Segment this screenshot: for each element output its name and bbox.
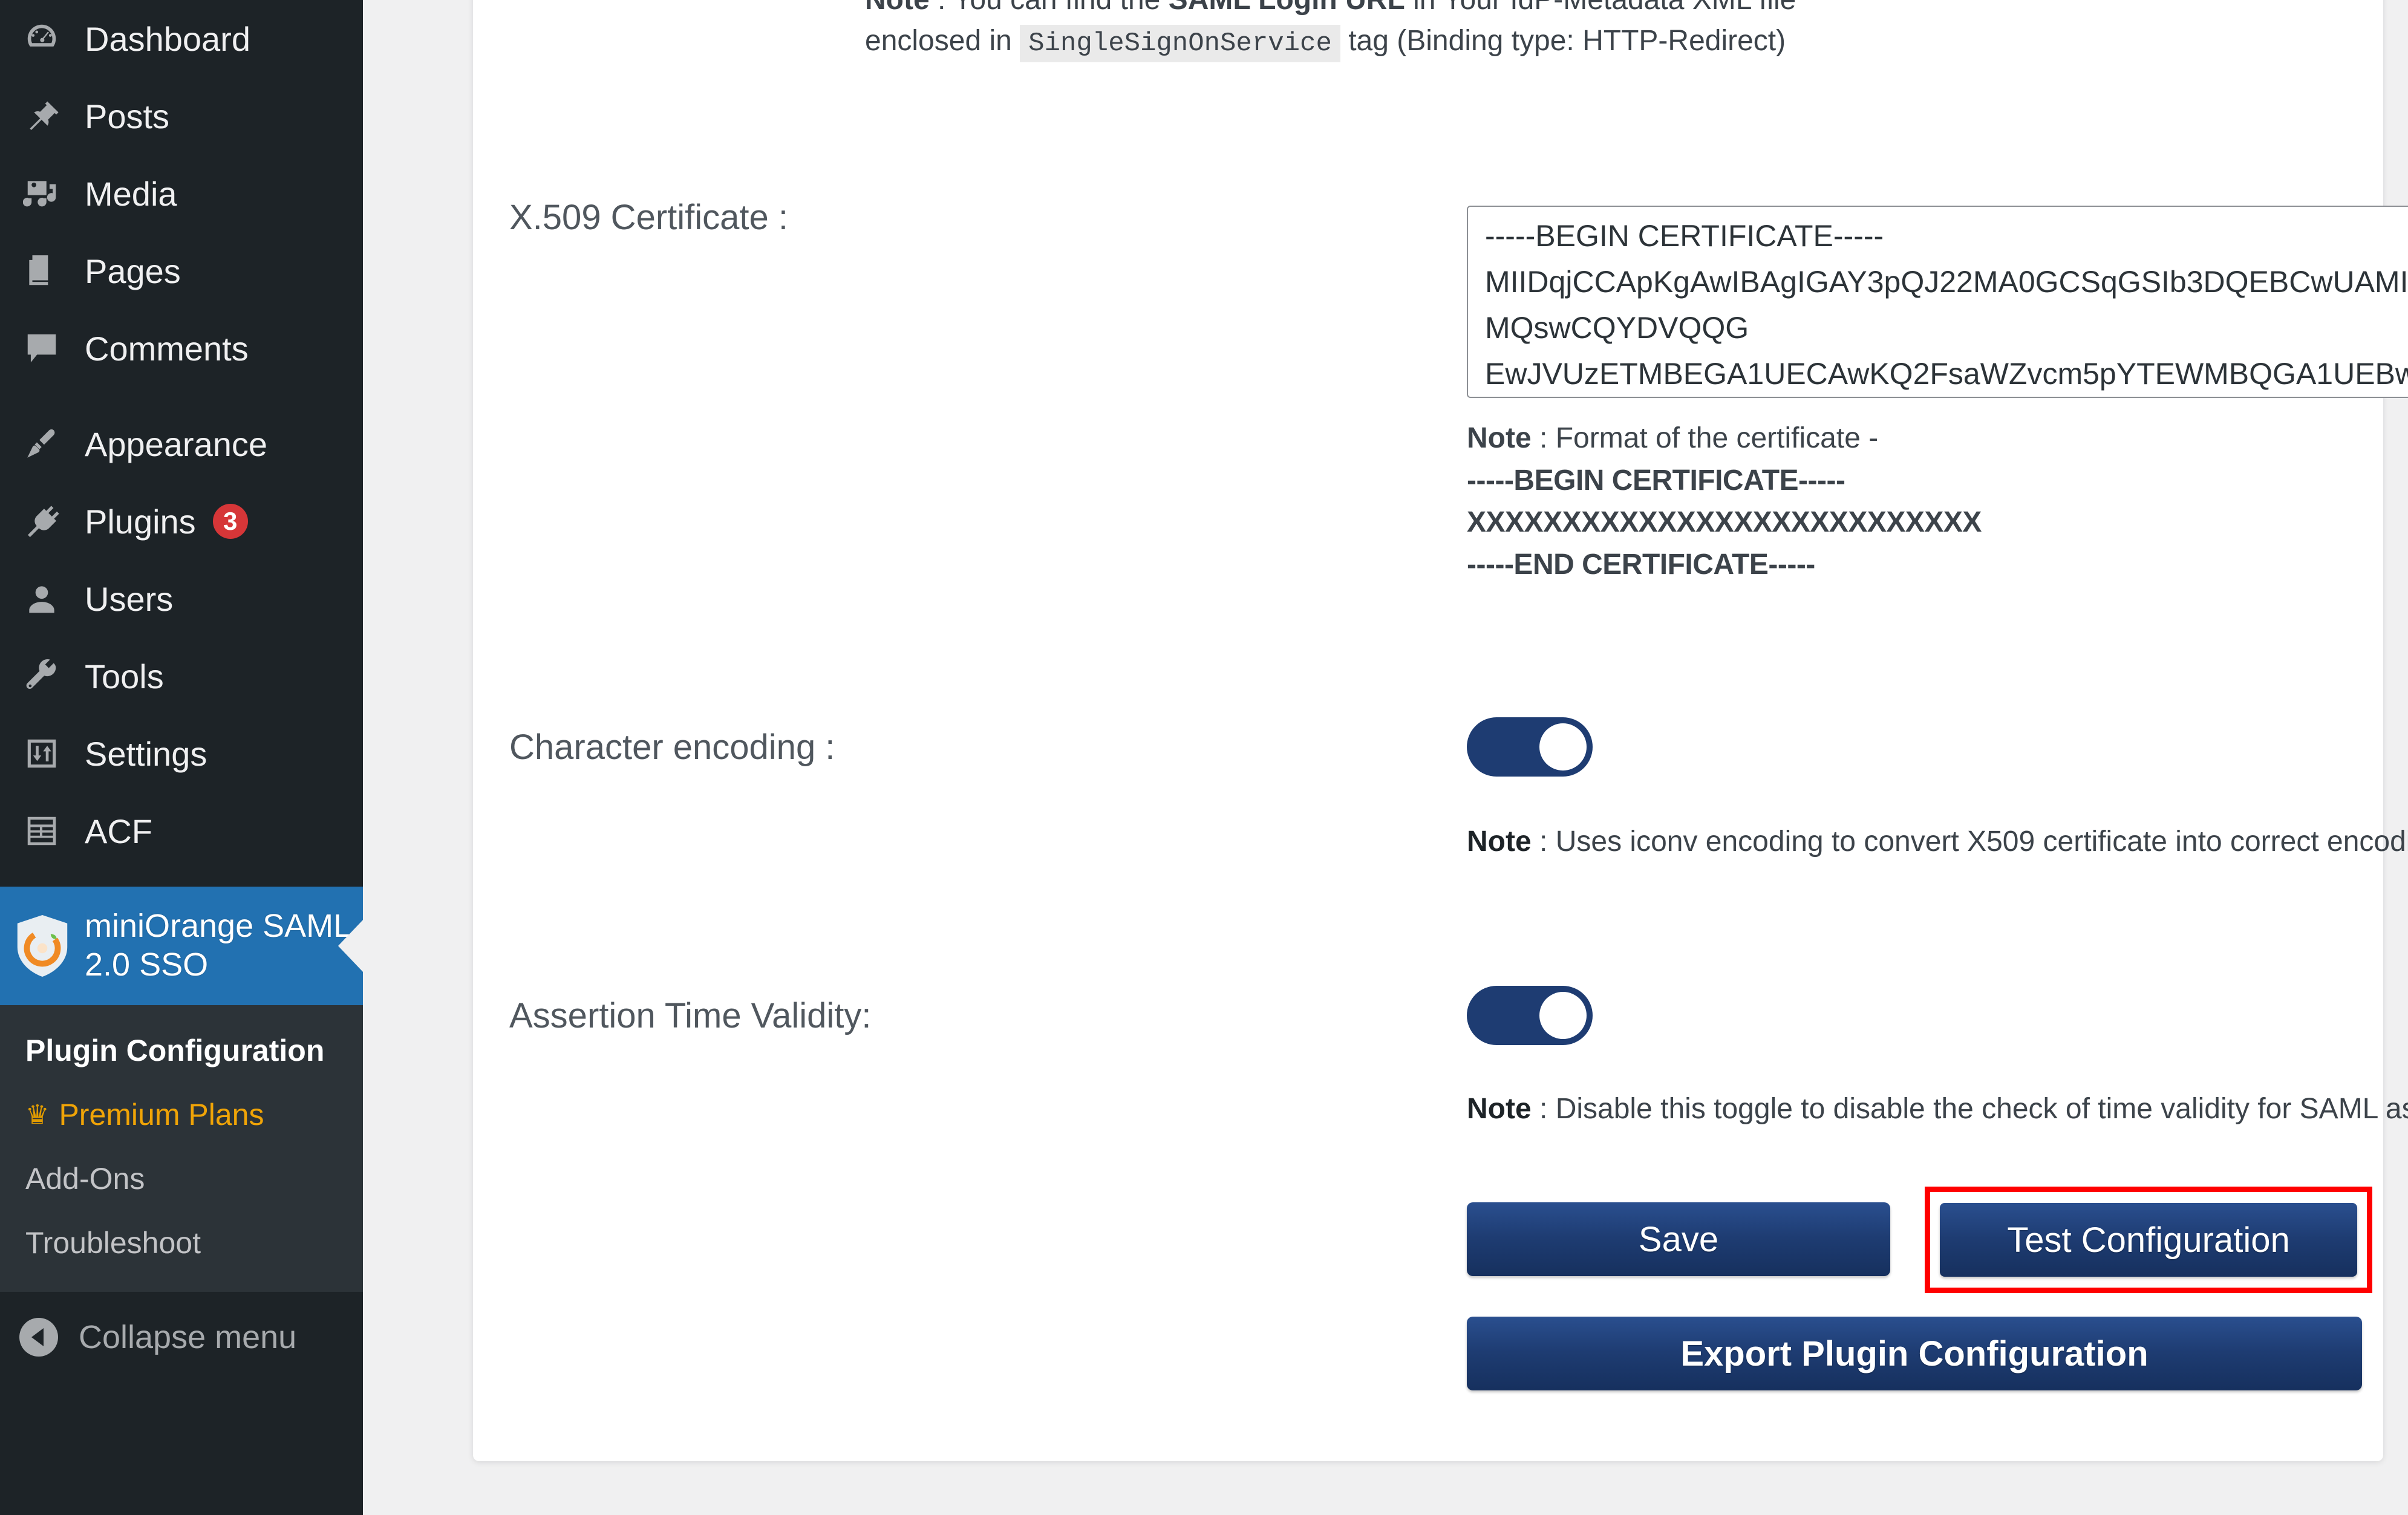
submenu-item-premium-plans[interactable]: ♛ Premium Plans xyxy=(0,1083,363,1147)
wordpress-admin-page: Dashboard Posts Media Pages Comments App… xyxy=(0,0,2408,1515)
sidebar-item-label: Media xyxy=(85,174,177,213)
sidebar-item-label: Plugins xyxy=(85,502,196,541)
toggle-knob xyxy=(1539,992,1587,1039)
assertion-time-validity-toggle[interactable] xyxy=(1467,986,1593,1045)
assertion-time-validity-label: Assertion Time Validity: xyxy=(509,996,872,1035)
submenu-item-add-ons[interactable]: Add-Ons xyxy=(0,1147,363,1211)
save-button[interactable]: Save xyxy=(1467,1202,1890,1276)
x509-certificate-textarea[interactable]: -----BEGIN CERTIFICATE----- MIIDqjCCApKg… xyxy=(1467,206,2408,398)
test-configuration-highlight: Test Configuration xyxy=(1925,1187,2372,1293)
cert-note-text: Format of the certificate - xyxy=(1555,422,1879,454)
x509-certificate-value: -----BEGIN CERTIFICATE----- MIIDqjCCApKg… xyxy=(1485,213,2408,397)
sidebar-item-label: Posts xyxy=(85,97,170,135)
sidebar-item-posts[interactable]: Posts xyxy=(0,77,363,155)
acf-icon xyxy=(18,807,65,855)
dashboard-icon xyxy=(18,15,65,62)
miniorange-shield-icon xyxy=(13,914,71,978)
note-text: Uses iconv encoding to convert X509 cert… xyxy=(1555,826,2408,858)
sidebar-item-appearance[interactable]: Appearance xyxy=(0,405,363,483)
test-configuration-button[interactable]: Test Configuration xyxy=(1940,1203,2357,1277)
cert-format-begin: -----BEGIN CERTIFICATE----- xyxy=(1467,464,1845,497)
note-text: Disable this toggle to disable the check… xyxy=(1555,1093,2408,1125)
submenu-item-plugin-configuration[interactable]: Plugin Configuration xyxy=(0,1018,363,1083)
comment-icon xyxy=(18,325,65,372)
sidebar-item-pages[interactable]: Pages xyxy=(0,232,363,310)
sidebar-item-label: Dashboard xyxy=(85,19,250,58)
collapse-menu-label: Collapse menu xyxy=(79,1319,297,1355)
cert-format-body: XXXXXXXXXXXXXXXXXXXXXXXXXXX xyxy=(1467,506,1982,539)
note-label: Note xyxy=(1467,1093,1532,1125)
sidebar-item-label: Appearance xyxy=(85,425,268,463)
character-encoding-toggle[interactable] xyxy=(1467,717,1593,777)
collapse-arrow-icon xyxy=(19,1318,58,1357)
cert-line-1: -----BEGIN CERTIFICATE----- xyxy=(1485,219,1884,253)
toggle-knob xyxy=(1539,723,1587,771)
sidebar-item-settings[interactable]: Settings xyxy=(0,715,363,792)
note-separator: : xyxy=(1539,826,1548,858)
pin-icon xyxy=(18,93,65,140)
pages-icon xyxy=(18,247,65,295)
submenu-item-label: Troubleshoot xyxy=(25,1226,201,1260)
sidebar-item-label: ACF xyxy=(85,812,152,850)
character-encoding-note: Note : Uses iconv encoding to convert X5… xyxy=(1467,820,2408,863)
note-part3: tag (Binding type: HTTP-Redirect) xyxy=(1340,25,1786,57)
user-icon xyxy=(18,575,65,622)
crown-icon: ♛ xyxy=(25,1100,50,1130)
submenu-item-label: Premium Plans xyxy=(59,1098,264,1132)
plugin-label-line2: 2.0 SSO xyxy=(85,946,209,983)
sidebar-item-label: Pages xyxy=(85,252,181,290)
sidebar-item-acf[interactable]: ACF xyxy=(0,792,363,870)
submenu-item-label: Add-Ons xyxy=(25,1162,145,1196)
note-part1: You can find the xyxy=(953,0,1169,16)
admin-sidebar: Dashboard Posts Media Pages Comments App… xyxy=(0,0,364,1515)
sliders-icon xyxy=(18,730,65,777)
assertion-time-validity-note: Note : Disable this toggle to disable th… xyxy=(1467,1087,2408,1130)
plugin-configuration-card: Note : You can find the SAML Login URL i… xyxy=(473,0,2408,1461)
note-separator: : xyxy=(1539,1093,1548,1125)
x509-certificate-label: X.509 Certificate : xyxy=(509,198,788,237)
plug-icon xyxy=(18,498,65,545)
cert-line-4: EwJVUzETMBEGA1UECAwKQ2FsaWZvcm5pYTEWMBQG… xyxy=(1485,357,2408,391)
plugin-submenu: Plugin Configuration ♛ Premium Plans Add… xyxy=(0,1005,363,1292)
note-label: Note xyxy=(1467,422,1532,454)
sidebar-item-dashboard[interactable]: Dashboard xyxy=(0,0,363,77)
cert-line-2: MIIDqjCCApKgAwIBAgIGAY3pQJ22MA0GCSqGSIb3… xyxy=(1485,265,2408,299)
sidebar-item-label: Comments xyxy=(85,329,249,368)
submenu-item-troubleshoot[interactable]: Troubleshoot xyxy=(0,1211,363,1275)
note-label: Note xyxy=(865,0,930,16)
active-menu-arrow-icon xyxy=(338,919,364,973)
media-icon xyxy=(18,170,65,217)
plugins-update-badge: 3 xyxy=(212,504,248,539)
paintbrush-icon xyxy=(18,420,65,468)
sidebar-item-tools[interactable]: Tools xyxy=(0,637,363,715)
export-plugin-configuration-button[interactable]: Export Plugin Configuration xyxy=(1467,1317,2362,1390)
sidebar-item-label: miniOrange SAML 2.0 SSO xyxy=(85,907,351,984)
character-encoding-label: Character encoding : xyxy=(509,728,835,767)
wrench-icon xyxy=(18,653,65,700)
note-bold-saml-login-url: SAML Login URL xyxy=(1169,0,1405,16)
collapse-menu-button[interactable]: Collapse menu xyxy=(0,1292,363,1383)
sidebar-item-label: Tools xyxy=(85,657,164,696)
sidebar-item-users[interactable]: Users xyxy=(0,560,363,637)
single-sign-on-service-code: SingleSignOnService xyxy=(1020,25,1340,63)
certificate-format-note: Note : Format of the certificate - -----… xyxy=(1467,417,1982,585)
submenu-item-label: Plugin Configuration xyxy=(25,1034,325,1067)
sidebar-item-label: Users xyxy=(85,579,174,618)
cert-note-line-1: Note : Format of the certificate - xyxy=(1467,417,1982,460)
note-label: Note xyxy=(1467,826,1532,858)
sidebar-item-media[interactable]: Media xyxy=(0,155,363,232)
sidebar-item-miniorange-saml-sso[interactable]: miniOrange SAML 2.0 SSO xyxy=(0,887,364,1005)
note-separator: : xyxy=(930,0,953,16)
note-separator: : xyxy=(1539,422,1548,454)
plugin-label-line1: miniOrange SAML xyxy=(85,908,352,945)
saml-login-url-note: Note : You can find the SAML Login URL i… xyxy=(865,0,1905,63)
cert-format-end: -----END CERTIFICATE----- xyxy=(1467,548,1815,581)
sidebar-item-comments[interactable]: Comments xyxy=(0,310,363,387)
cert-line-3: MQswCQYDVQQG xyxy=(1485,311,1749,345)
sidebar-item-plugins[interactable]: Plugins 3 xyxy=(0,483,363,560)
sidebar-item-label: Settings xyxy=(85,734,207,773)
